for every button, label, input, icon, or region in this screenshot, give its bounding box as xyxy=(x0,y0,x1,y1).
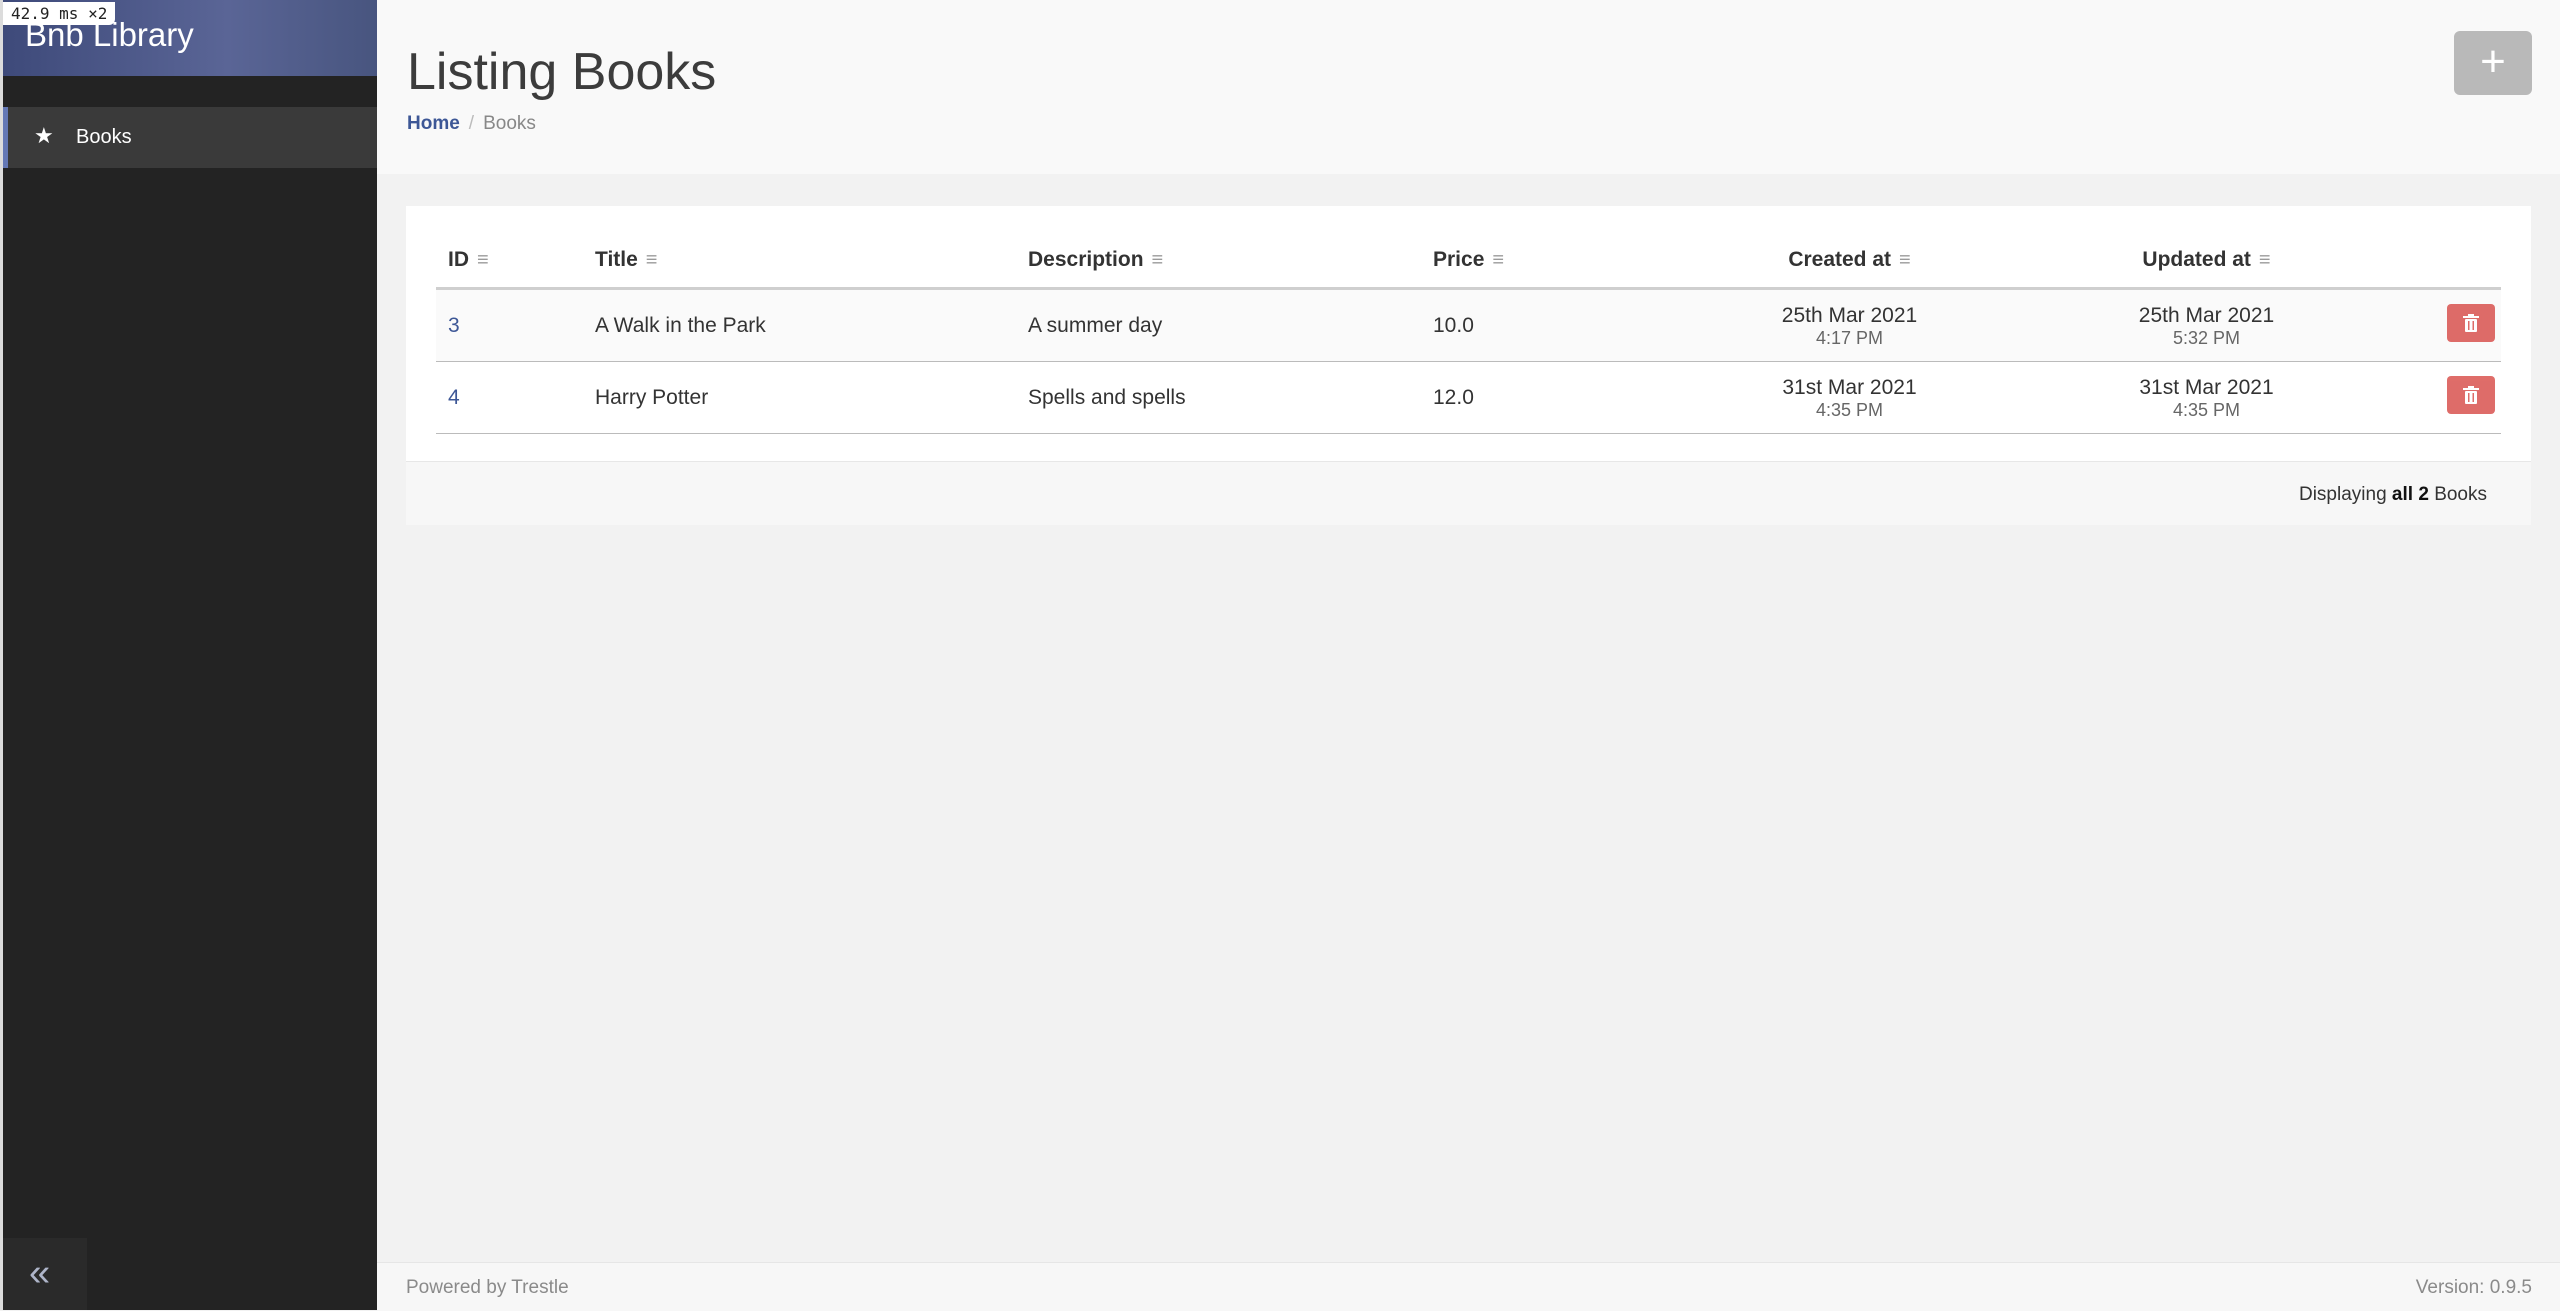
books-table-card: ID ≡ Title ≡ Description ≡ Price ≡ Created a… xyxy=(406,206,2531,525)
book-price: 10.0 xyxy=(1421,288,1671,362)
column-header-price[interactable]: Price ≡ xyxy=(1421,233,1671,290)
delete-button[interactable] xyxy=(2447,375,2495,414)
table-header-row: ID ≡ Title ≡ Description ≡ Price ≡ Created a… xyxy=(436,233,2501,290)
created-at-cell: 31st Mar 2021 4:35 PM xyxy=(1671,361,2028,434)
created-time: 4:35 PM xyxy=(1815,399,1884,420)
breadcrumb-separator: / xyxy=(468,113,475,134)
book-title: Harry Potter xyxy=(583,361,1016,434)
column-header-description[interactable]: Description ≡ xyxy=(1016,233,1421,290)
table-footer: Displaying all 2 Books xyxy=(406,461,2531,525)
sort-icon: ≡ xyxy=(1492,249,1505,271)
column-header-created-at[interactable]: Created at ≡ xyxy=(1671,233,2028,290)
sidebar: Bnb Library ★ Books « xyxy=(0,0,377,1310)
sidebar-item-books[interactable]: ★ Books xyxy=(3,107,377,168)
page-header: Listing Books Home / Books + xyxy=(377,0,2560,174)
updated-date: 25th Mar 2021 xyxy=(2138,303,2275,327)
table-row[interactable]: 4 Harry Potter Spells and spells 12.0 31… xyxy=(436,361,2501,434)
pagination-info: Displaying all 2 Books xyxy=(2298,484,2487,505)
add-book-button[interactable]: + xyxy=(2454,31,2532,95)
actions-cell xyxy=(2385,361,2501,434)
sort-icon: ≡ xyxy=(477,249,489,271)
sidebar-item-label: Books xyxy=(76,126,132,148)
sort-icon: ≡ xyxy=(645,249,658,271)
column-header-updated-at[interactable]: Updated at ≡ xyxy=(2028,233,2385,290)
actions-cell xyxy=(2385,288,2501,362)
perf-badge[interactable]: 42.9 ms ×2 xyxy=(3,2,116,25)
collapse-sidebar-button[interactable]: « xyxy=(3,1238,87,1310)
updated-time: 5:32 PM xyxy=(2172,327,2241,348)
book-id-link[interactable]: 4 xyxy=(448,386,460,409)
column-header-id[interactable]: ID ≡ xyxy=(436,233,583,290)
books-table: ID ≡ Title ≡ Description ≡ Price ≡ Created a… xyxy=(436,233,2501,434)
created-at-cell: 25th Mar 2021 4:17 PM xyxy=(1671,288,2028,362)
updated-at-cell: 25th Mar 2021 5:32 PM xyxy=(2028,288,2385,362)
star-icon: ★ xyxy=(34,123,54,148)
page-footer: Powered by Trestle Version: 0.9.5 xyxy=(377,1262,2560,1311)
table-row[interactable]: 3 A Walk in the Park A summer day 10.0 2… xyxy=(436,288,2501,362)
book-title: A Walk in the Park xyxy=(583,288,1016,362)
breadcrumb: Home / Books xyxy=(407,113,536,135)
book-id-link[interactable]: 3 xyxy=(448,314,460,337)
powered-by-text[interactable]: Powered by Trestle xyxy=(406,1277,569,1299)
updated-date: 31st Mar 2021 xyxy=(2139,375,2274,399)
book-description: A summer day xyxy=(1016,288,1421,362)
double-chevron-left-icon: « xyxy=(29,1252,51,1294)
column-header-title[interactable]: Title ≡ xyxy=(583,233,1016,290)
trash-icon xyxy=(2463,313,2479,332)
updated-at-cell: 31st Mar 2021 4:35 PM xyxy=(2028,361,2385,434)
trash-icon xyxy=(2463,385,2479,404)
book-price: 12.0 xyxy=(1421,361,1671,434)
created-date: 25th Mar 2021 xyxy=(1781,303,1918,327)
updated-time: 4:35 PM xyxy=(2172,399,2241,420)
delete-button[interactable] xyxy=(2447,303,2495,342)
column-header-actions xyxy=(2385,233,2501,290)
sort-icon: ≡ xyxy=(1899,249,1911,271)
breadcrumb-home-link[interactable]: Home xyxy=(407,113,460,134)
sort-icon: ≡ xyxy=(2258,249,2271,271)
created-time: 4:17 PM xyxy=(1815,327,1884,348)
version-text: Version: 0.9.5 xyxy=(2415,1277,2532,1298)
page-title: Listing Books xyxy=(407,43,717,101)
created-date: 31st Mar 2021 xyxy=(1782,375,1917,399)
book-description: Spells and spells xyxy=(1016,361,1421,434)
breadcrumb-current: Books xyxy=(483,113,536,134)
sort-icon: ≡ xyxy=(1151,249,1164,271)
